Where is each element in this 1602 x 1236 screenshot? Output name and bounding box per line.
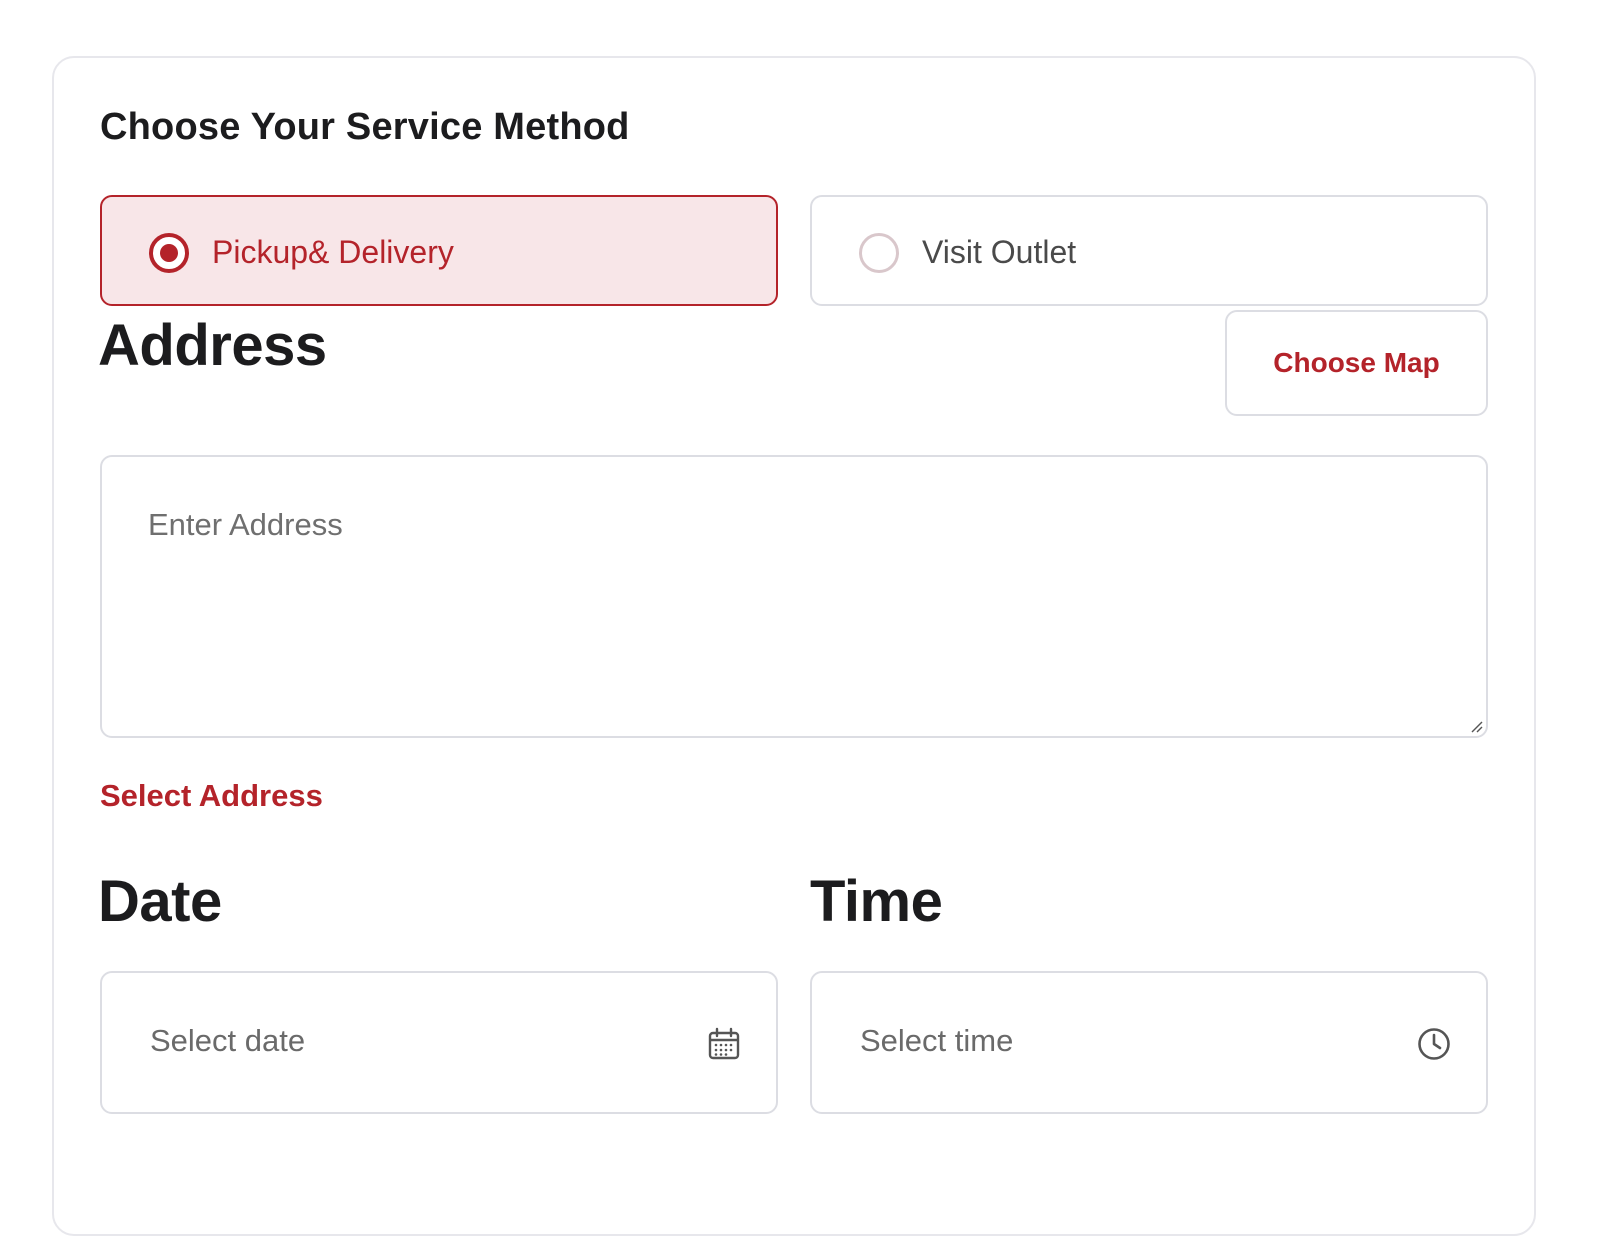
address-heading: Address <box>98 313 327 378</box>
clock-icon[interactable] <box>1416 1026 1452 1062</box>
address-textarea[interactable] <box>102 457 1486 736</box>
radio-selected-icon[interactable] <box>149 233 189 273</box>
resize-handle-icon[interactable] <box>1469 719 1483 733</box>
address-field[interactable] <box>100 455 1488 738</box>
option-label: Pickup& Delivery <box>212 234 454 270</box>
time-picker[interactable]: Select time <box>810 971 1488 1114</box>
time-heading: Time <box>810 869 943 934</box>
option-pickup-delivery[interactable]: Pickup& Delivery <box>100 195 778 306</box>
choose-map-button[interactable]: Choose Map <box>1225 310 1488 416</box>
option-label: Visit Outlet <box>922 234 1077 270</box>
date-picker[interactable]: Select date <box>100 971 778 1114</box>
select-address-link[interactable]: Select Address <box>100 778 323 814</box>
date-heading: Date <box>98 869 222 934</box>
calendar-icon[interactable] <box>706 1026 742 1062</box>
service-method-title: Choose Your Service Method <box>100 106 630 148</box>
option-visit-outlet[interactable]: Visit Outlet <box>810 195 1488 306</box>
date-placeholder: Select date <box>150 1023 306 1058</box>
time-placeholder: Select time <box>860 1023 1014 1058</box>
radio-unselected-icon[interactable] <box>859 233 899 273</box>
